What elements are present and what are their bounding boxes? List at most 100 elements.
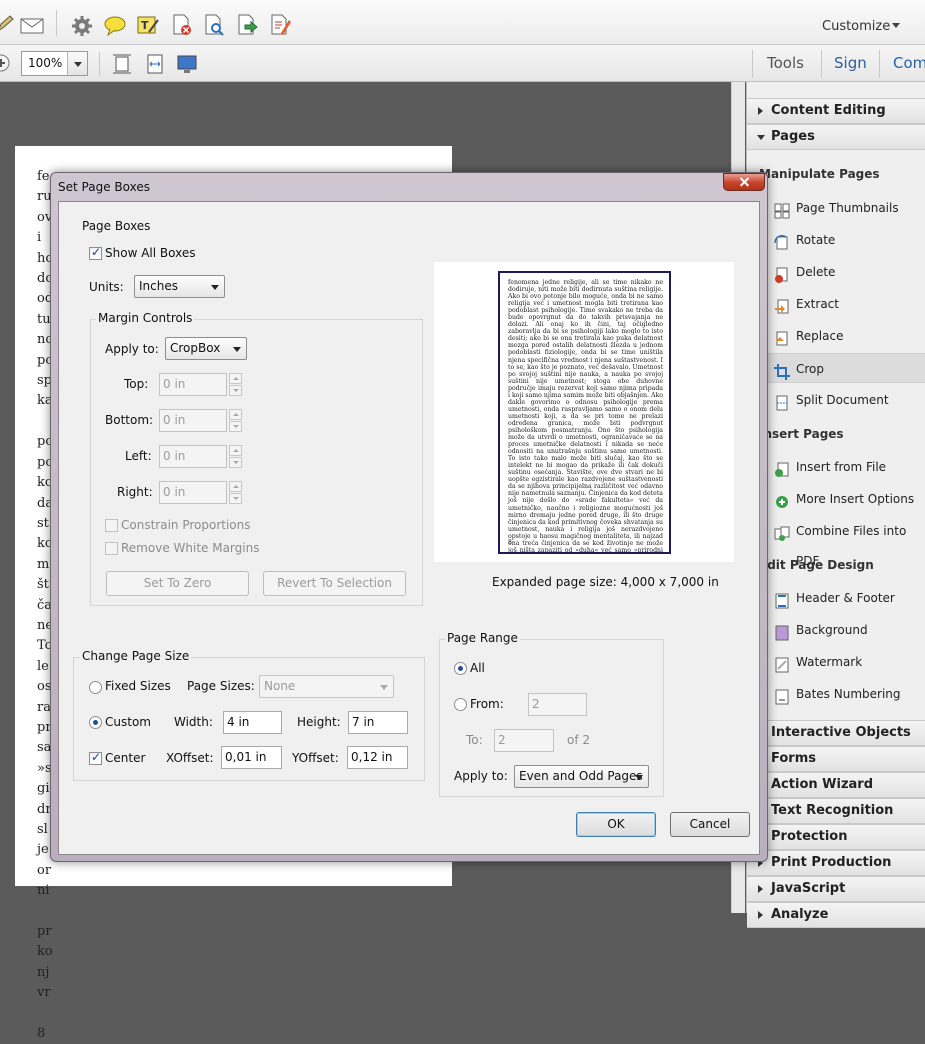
search-icon[interactable] xyxy=(203,14,225,36)
section-label: Content Editing xyxy=(771,103,886,118)
main-toolbar: T Customize xyxy=(0,0,925,45)
typewriter-icon[interactable]: T xyxy=(137,14,159,36)
cancel-button[interactable]: Cancel xyxy=(670,812,750,837)
center-checkbox[interactable] xyxy=(89,750,102,765)
panel-item-background[interactable]: Background xyxy=(747,615,925,645)
zoom-in-icon[interactable] xyxy=(0,52,12,74)
left-margin-stepper[interactable] xyxy=(229,445,242,468)
panel-item-header-footer[interactable]: Header & Footer xyxy=(747,583,925,613)
fit-page-icon[interactable] xyxy=(111,53,133,75)
from-page-field[interactable]: 2 xyxy=(528,693,587,716)
section-interactive-objects[interactable]: Interactive Objects xyxy=(747,720,925,746)
comment-icon[interactable] xyxy=(104,15,126,37)
top-margin-field[interactable]: 0 in xyxy=(159,373,227,396)
top-margin-stepper[interactable] xyxy=(229,373,242,396)
show-all-boxes-label: Show All Boxes xyxy=(105,246,196,260)
full-screen-icon[interactable] xyxy=(176,53,198,75)
panel-item-insert-from-file[interactable]: Insert from File xyxy=(747,452,925,482)
right-label: Right: xyxy=(117,485,153,499)
height-label: Height: xyxy=(297,715,341,729)
close-icon[interactable] xyxy=(723,173,765,191)
document-line: vr xyxy=(37,985,51,1001)
panel-item-delete[interactable]: Delete xyxy=(747,257,925,287)
remove-white-margins-checkbox[interactable] xyxy=(105,542,118,555)
panel-item-label: Page Thumbnails xyxy=(796,201,899,215)
section-pages[interactable]: Pages xyxy=(747,124,925,150)
right-margin-field[interactable]: 0 in xyxy=(159,481,227,504)
revert-to-selection-button[interactable]: Revert To Selection xyxy=(263,571,406,596)
export-icon[interactable] xyxy=(236,14,258,36)
customize-menu[interactable]: Customize xyxy=(822,19,900,34)
panel-item-bates-numbering[interactable]: Bates Numbering xyxy=(747,679,925,709)
panel-item-more-insert-options[interactable]: More Insert Options xyxy=(747,484,925,514)
left-margin-field[interactable]: 0 in xyxy=(159,445,227,468)
section-print-production[interactable]: Print Production xyxy=(747,850,925,876)
insert-options-icon xyxy=(774,491,790,508)
set-to-zero-button[interactable]: Set To Zero xyxy=(106,571,249,596)
document-line: nj xyxy=(37,964,50,980)
section-protection[interactable]: Protection xyxy=(747,824,925,850)
pencil-icon[interactable] xyxy=(0,13,16,35)
constrain-proportions-checkbox[interactable] xyxy=(105,519,118,532)
edit-form-icon[interactable] xyxy=(269,14,291,36)
custom-radio[interactable] xyxy=(89,716,102,729)
subheader-label: Manipulate Pages xyxy=(759,167,880,181)
xoffset-field[interactable]: 0,01 in xyxy=(221,746,282,769)
to-page-field[interactable]: 2 xyxy=(494,729,554,752)
bottom-margin-stepper[interactable] xyxy=(229,409,242,432)
page-boxes-label: Page Boxes xyxy=(80,219,153,233)
units-dropdown[interactable]: Inches xyxy=(134,275,225,298)
panel-item-split-document[interactable]: Split Document xyxy=(747,385,925,415)
fixed-sizes-radio[interactable] xyxy=(89,681,102,694)
tab-comment[interactable]: Com xyxy=(893,54,925,72)
page-sizes-label: Page Sizes: xyxy=(187,679,255,693)
section-javascript[interactable]: JavaScript xyxy=(747,876,925,902)
page-sizes-dropdown[interactable]: None xyxy=(259,675,394,698)
apply-to-dropdown[interactable]: CropBox xyxy=(165,337,247,360)
panel-item-label: Replace xyxy=(796,329,844,343)
ok-button[interactable]: OK xyxy=(576,812,656,837)
chevron-down-icon xyxy=(635,775,643,780)
height-field[interactable]: 7 in xyxy=(348,711,408,734)
chevron-down-icon[interactable] xyxy=(67,52,87,75)
panel-item-label: Split Document xyxy=(796,393,889,407)
show-all-boxes-checkbox[interactable] xyxy=(89,245,102,260)
subheader-label: Edit Page Design xyxy=(759,558,874,572)
all-pages-radio[interactable] xyxy=(454,662,467,675)
panel-item-extract[interactable]: Extract xyxy=(747,289,925,319)
delete-page-icon[interactable] xyxy=(171,14,193,36)
range-apply-to-dropdown[interactable]: Even and Odd Pages xyxy=(514,765,649,788)
bottom-margin-field[interactable]: 0 in xyxy=(159,409,227,432)
remove-white-margins-label: Remove White Margins xyxy=(121,541,260,555)
fit-width-icon[interactable] xyxy=(144,53,166,75)
constrain-proportions-label: Constrain Proportions xyxy=(121,518,251,532)
yoffset-field[interactable]: 0,12 in xyxy=(347,746,408,769)
document-line: or xyxy=(37,862,52,878)
panel-item-page-thumbnails[interactable]: Page Thumbnails xyxy=(747,193,925,223)
gear-icon[interactable] xyxy=(71,15,93,37)
page-range-label: Page Range xyxy=(445,631,520,645)
section-analyze[interactable]: Analyze xyxy=(747,902,925,928)
section-action-wizard[interactable]: Action Wizard xyxy=(747,772,925,798)
width-field[interactable]: 4 in xyxy=(223,711,282,734)
toolbar-separator xyxy=(821,50,822,78)
right-margin-stepper[interactable] xyxy=(229,481,242,504)
zoom-field[interactable]: 100% xyxy=(21,51,88,76)
all-pages-label: All xyxy=(470,661,485,675)
chevron-down-icon xyxy=(757,135,765,140)
panel-item-replace[interactable]: Replace xyxy=(747,321,925,351)
section-label: Text Recognition xyxy=(771,803,894,818)
panel-item-crop[interactable]: Crop xyxy=(747,353,925,383)
dialog-title: Set Page Boxes xyxy=(58,180,150,194)
tab-tools[interactable]: Tools xyxy=(767,54,804,72)
panel-item-rotate[interactable]: Rotate xyxy=(747,225,925,255)
section-text-recognition[interactable]: Text Recognition xyxy=(747,798,925,824)
from-radio[interactable] xyxy=(454,698,467,711)
panel-item-watermark[interactable]: Watermark xyxy=(747,647,925,677)
section-content-editing[interactable]: Content Editing xyxy=(747,98,925,124)
tab-sign[interactable]: Sign xyxy=(834,54,867,72)
mail-icon[interactable] xyxy=(19,15,45,37)
section-forms[interactable]: Forms xyxy=(747,746,925,772)
panel-item-combine-files[interactable]: Combine Files into PDF xyxy=(747,516,925,568)
